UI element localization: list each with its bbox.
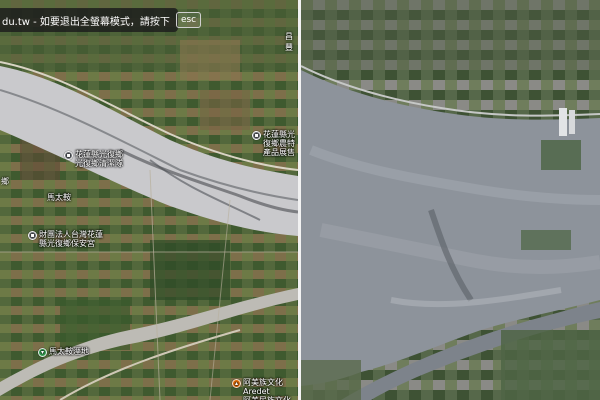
poi-aredet-museum[interactable]: ▴ 阿美族文化Aredet 阿美民族文化藝術館 — [232, 378, 298, 400]
map-label-edge: 鄉 — [1, 177, 9, 186]
satellite-map-after[interactable] — [301, 0, 600, 400]
poi-baoan-temple[interactable]: ▪ 財團法人台灣花蓮 縣光復鄉保安宮 — [28, 230, 103, 248]
poi-label: 花蓮縣光 復鄉農特 產品展售 — [263, 130, 295, 157]
fullscreen-notice-text: du.tw - 如要退出全螢幕模式，請按下 — [2, 16, 170, 28]
building-icon: ▪ — [28, 231, 37, 240]
map-label-road: 昌豐 — [285, 32, 293, 52]
poi-mataian[interactable]: 馬太鞍 — [47, 193, 71, 202]
poi-label: 阿美族文化Aredet 阿美民族文化藝術館 — [243, 378, 291, 400]
fullscreen-notice: du.tw - 如要退出全螢幕模式，請按下 esc — [0, 8, 202, 32]
poi-label: 花蓮縣光復鄉 光復鄉清潔隊 — [75, 150, 123, 168]
poi-mataian-wetland[interactable]: ▾ 馬太鞍溼地 — [38, 347, 89, 357]
poi-label: 財團法人台灣花蓮 縣光復鄉保安宮 — [39, 230, 103, 248]
poi-farm-products[interactable]: ▪ 花蓮縣光 復鄉農特 產品展售 — [252, 130, 295, 157]
poi-cleaning-team[interactable]: ▪ 花蓮縣光復鄉 光復鄉清潔隊 — [64, 150, 123, 168]
building-icon: ▪ — [64, 151, 73, 160]
satellite-imagery-after — [301, 0, 600, 400]
building-icon: ▪ — [252, 131, 261, 140]
poi-label: 馬太鞍 — [47, 193, 71, 202]
poi-label: 馬太鞍溼地 — [49, 347, 89, 356]
museum-icon: ▴ — [232, 379, 241, 388]
esc-key-button[interactable]: esc — [175, 12, 202, 28]
park-icon: ▾ — [38, 348, 47, 357]
satellite-imagery-before — [0, 0, 298, 400]
satellite-map-before[interactable]: du.tw - 如要退出全螢幕模式，請按下 esc 昌豐 鄉 ▪ 花蓮縣光復鄉 … — [0, 0, 298, 400]
